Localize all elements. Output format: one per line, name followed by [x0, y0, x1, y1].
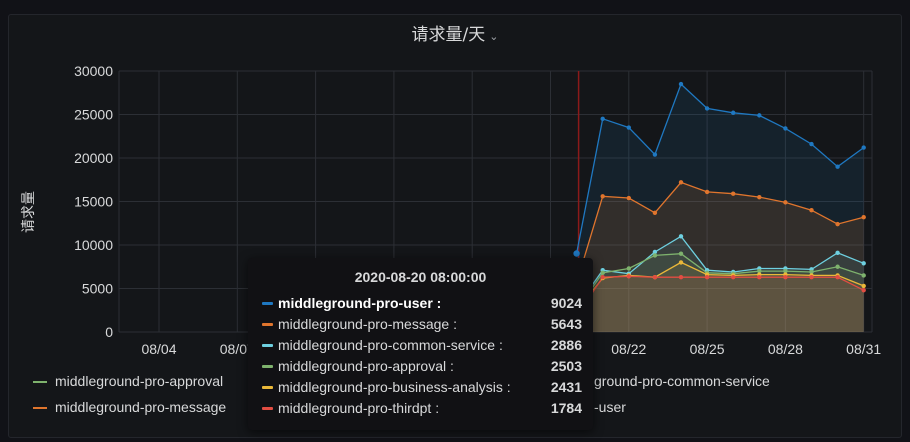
data-point-user: [809, 141, 814, 147]
data-point-business: [861, 283, 866, 289]
data-point-message: [809, 208, 814, 213]
y-tick-label: 10000: [74, 237, 113, 253]
legend-item-message[interactable]: middleground-pro-message: [33, 399, 226, 415]
data-point-message: [704, 189, 710, 195]
data-point-message: [731, 191, 736, 196]
tooltip-series-value: 1784: [550, 400, 582, 416]
data-point-user: [600, 116, 605, 122]
y-tick-label: 25000: [74, 107, 113, 123]
data-point-common: [835, 250, 840, 256]
data-point-user: [652, 152, 658, 157]
tooltip-row-user: middleground-pro-user : 9024: [262, 293, 582, 314]
legend-swatch: [33, 381, 47, 384]
tooltip-series-name: middleground-pro-business-analysis :: [278, 379, 511, 395]
legend-item-common[interactable]: ground-pro-common-service: [594, 373, 770, 389]
x-tick-label: 08/25: [690, 341, 725, 357]
tooltip-series-value: 2886: [550, 337, 582, 353]
data-point-user: [783, 126, 788, 131]
data-point-thirdpt: [757, 274, 762, 280]
legend-item-approval[interactable]: middleground-pro-approval: [33, 373, 223, 389]
data-point-user: [731, 110, 736, 115]
tooltip-swatch: [262, 407, 273, 410]
data-point-user: [757, 113, 762, 118]
tooltip-swatch: [262, 386, 273, 389]
tooltip-series-value: 2503: [550, 358, 582, 374]
data-point-thirdpt: [600, 274, 605, 280]
y-tick-label: 20000: [74, 150, 113, 166]
x-tick-label: 08/28: [768, 341, 803, 357]
chart-areas: [576, 84, 864, 332]
tooltip-series-value: 5643: [550, 316, 582, 332]
tooltip-swatch: [262, 365, 273, 368]
data-point-message: [861, 214, 866, 220]
y-tick-label: 15000: [74, 194, 113, 210]
data-point-thirdpt: [731, 274, 736, 280]
x-tick-label: 08/04: [141, 341, 176, 357]
data-point-approval: [600, 270, 605, 276]
data-point-thirdpt: [809, 274, 814, 280]
data-point-business: [678, 260, 684, 265]
tooltip-row-approval: middleground-pro-approval : 2503: [262, 356, 582, 377]
legend-label: -user: [594, 399, 626, 415]
tooltip-swatch: [262, 344, 273, 347]
tooltip-row-thirdpt: middleground-pro-thirdpt : 1784: [262, 398, 582, 419]
data-point-message: [678, 180, 684, 185]
data-point-approval: [652, 253, 658, 258]
y-axis-label: 请求量: [21, 191, 37, 233]
data-point-approval: [678, 251, 684, 256]
data-point-user: [626, 125, 631, 130]
tooltip-series-value: 2431: [550, 379, 582, 395]
data-point-thirdpt: [704, 274, 710, 280]
hover-tooltip: 2020-08-20 08:00:00 middleground-pro-use…: [248, 258, 593, 430]
tooltip-swatch: [262, 323, 273, 326]
data-point-approval: [835, 264, 840, 269]
tooltip-series-name: middleground-pro-common-service :: [278, 337, 503, 353]
data-point-thirdpt: [652, 274, 658, 280]
y-tick-label: 0: [105, 324, 113, 340]
data-point-user: [678, 81, 684, 87]
tooltip-series-value: 9024: [550, 295, 582, 311]
legend-label: ground-pro-common-service: [594, 373, 770, 389]
x-tick-label: 08/31: [846, 341, 881, 357]
data-point-thirdpt: [626, 274, 631, 279]
tooltip-series-name: middleground-pro-message :: [278, 316, 457, 332]
tooltip-series-name: middleground-pro-user :: [278, 295, 442, 311]
tooltip-swatch: [262, 302, 273, 305]
data-point-user: [861, 145, 866, 150]
series-area-thirdpt: [576, 276, 864, 332]
data-point-approval: [626, 266, 631, 271]
y-tick-label: 5000: [82, 281, 113, 297]
data-point-thirdpt: [861, 288, 866, 293]
tooltip-row-message: middleground-pro-message : 5643: [262, 314, 582, 335]
tooltip-series-name: middleground-pro-thirdpt :: [278, 400, 440, 416]
data-point-thirdpt: [678, 274, 684, 280]
tooltip-series-name: middleground-pro-approval :: [278, 358, 454, 374]
tooltip-row-common: middleground-pro-common-service : 2886: [262, 335, 582, 356]
data-point-common: [861, 261, 866, 266]
data-point-message: [652, 210, 658, 216]
legend-label: middleground-pro-message: [55, 399, 227, 415]
x-tick-label: 08/22: [611, 341, 646, 357]
data-point-user: [573, 250, 580, 257]
data-point-message: [783, 200, 788, 205]
data-point-user: [835, 164, 840, 169]
legend-item-user[interactable]: -user: [594, 399, 626, 415]
data-point-thirdpt: [835, 274, 840, 280]
data-point-message: [835, 221, 840, 227]
tooltip-row-business: middleground-pro-business-analysis : 2431: [262, 377, 582, 398]
data-point-message: [600, 194, 605, 199]
y-tick-label: 30000: [74, 63, 113, 79]
data-point-message: [626, 195, 631, 201]
data-point-thirdpt: [783, 274, 788, 280]
data-point-approval: [861, 273, 866, 278]
data-point-message: [757, 194, 762, 200]
legend-label: middleground-pro-approval: [55, 373, 224, 389]
legend-swatch: [33, 407, 47, 410]
tooltip-time: 2020-08-20 08:00:00: [354, 269, 487, 285]
data-point-common: [678, 234, 684, 239]
data-point-user: [704, 106, 710, 111]
